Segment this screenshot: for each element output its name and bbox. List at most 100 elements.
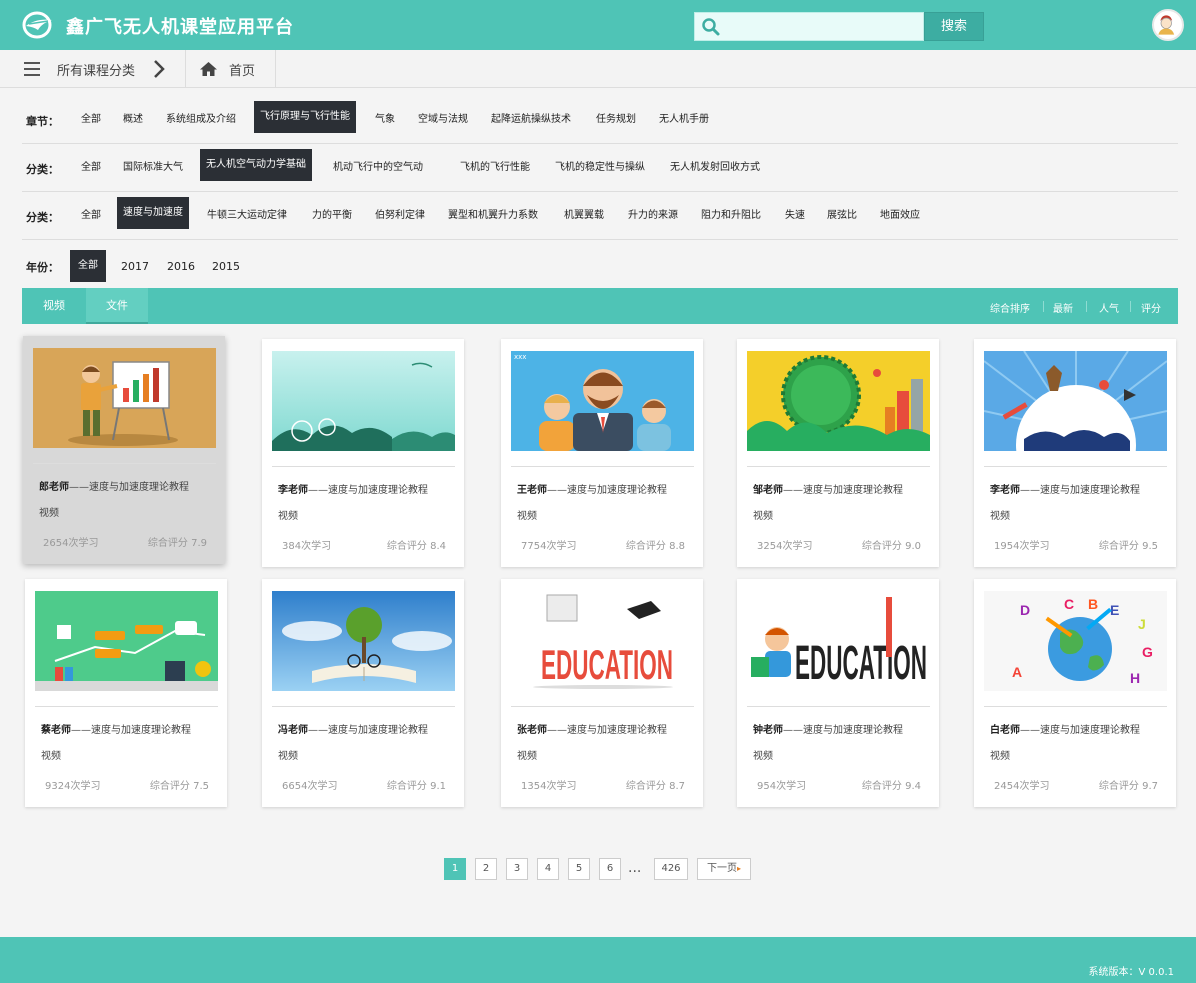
category-item[interactable]: 展弦比 xyxy=(827,206,857,225)
chapter-item-active[interactable]: 飞行原理与飞行性能 xyxy=(254,101,356,133)
course-title[interactable]: 冯老师——速度与加速度理论教程 xyxy=(278,721,428,736)
avatar[interactable] xyxy=(1152,9,1184,41)
education-word-illustration: EDUCATION xyxy=(751,597,927,690)
course-score: 综合评分 7.9 xyxy=(147,538,207,549)
course-title[interactable]: 邹老师——速度与加速度理论教程 xyxy=(753,481,903,496)
sort-popularity[interactable]: 人气 xyxy=(1099,300,1119,315)
letter: B xyxy=(1088,596,1098,612)
sort-newest[interactable]: 最新 xyxy=(1053,300,1073,315)
category-item[interactable]: 机翼翼载 xyxy=(564,206,604,225)
course-card[interactable]: 蔡老师——速度与加速度理论教程 视频 9324次学习 综合评分 7.5 xyxy=(25,579,227,807)
search-input[interactable] xyxy=(725,15,915,39)
page-button-active[interactable]: 1 xyxy=(444,858,466,880)
course-card[interactable]: 冯老师——速度与加速度理论教程 视频 6654次学习 综合评分 9.1 xyxy=(262,579,464,807)
teacher-presentation-illustration xyxy=(68,361,178,446)
course-title[interactable]: 钟老师——速度与加速度理论教程 xyxy=(753,721,903,736)
category-item[interactable]: 地面效应 xyxy=(880,206,920,225)
chapter-item[interactable]: 气象 xyxy=(375,110,395,129)
system-version: 系统版本：V 0.0.1 xyxy=(1088,967,1174,978)
category-item[interactable]: 升力的来源 xyxy=(628,206,678,225)
next-page-button[interactable]: 下一页▸ xyxy=(697,858,751,880)
course-score: 综合评分 9.0 xyxy=(861,541,921,552)
course-card[interactable]: 郎老师——速度与加速度理论教程 视频 2654次学习 综合评分 7.9 xyxy=(23,336,225,564)
page-button[interactable]: 4 xyxy=(537,858,559,880)
category-item[interactable]: 牛顿三大运动定律 xyxy=(207,206,287,225)
chapter-item[interactable]: 无人机手册 xyxy=(659,110,709,129)
course-thumbnail xyxy=(35,591,218,691)
footer: 系统版本：V 0.0.1 xyxy=(0,937,1196,983)
category-item[interactable]: 失速 xyxy=(785,206,805,225)
chapter-item[interactable]: 空域与法规 xyxy=(418,110,468,129)
category-item[interactable]: 阻力和升阻比 xyxy=(701,206,761,225)
tab-file[interactable]: 文件 xyxy=(86,288,148,324)
course-card[interactable]: EDUCATION 张老师——速度与加速度理论教程 视频 1354次学习 综合评… xyxy=(501,579,703,807)
breadcrumb-home[interactable]: 首页 xyxy=(229,60,255,79)
category-item-active[interactable]: 无人机空气动力学基础 xyxy=(200,149,312,181)
category-item[interactable]: 飞机的飞行性能 xyxy=(460,158,530,177)
course-thumbnail: D C B E J G H A xyxy=(984,591,1167,691)
tab-video[interactable]: 视频 xyxy=(22,288,86,324)
menu-icon[interactable] xyxy=(24,62,40,76)
course-name: ——速度与加速度理论教程 xyxy=(783,485,903,496)
category-item[interactable]: 全部 xyxy=(81,206,101,225)
teacher-name: 李老师 xyxy=(278,485,308,496)
course-title[interactable]: 白老师——速度与加速度理论教程 xyxy=(990,721,1140,736)
study-count: 7754次学习 xyxy=(521,541,577,552)
course-title[interactable]: 李老师——速度与加速度理论教程 xyxy=(990,481,1140,496)
course-thumbnail: EDUCATION xyxy=(511,591,694,691)
course-name: ——速度与加速度理论教程 xyxy=(1020,725,1140,736)
year-item[interactable]: 2016 xyxy=(167,257,195,276)
study-count: 6654次学习 xyxy=(282,781,338,792)
year-item[interactable]: 2017 xyxy=(121,257,149,276)
course-card[interactable]: D C B E J G H A 白老师——速度与加速度理论教程 视频 2454次… xyxy=(974,579,1176,807)
category-item-active[interactable]: 速度与加速度 xyxy=(117,197,189,229)
page-button-last[interactable]: 426 xyxy=(654,858,688,880)
tab-bar: 视频 文件 综合排序 最新 人气 评分 xyxy=(22,288,1178,324)
course-card[interactable]: 邹老师——速度与加速度理论教程 视频 3254次学习 综合评分 9.0 xyxy=(737,339,939,567)
chapter-item[interactable]: 全部 xyxy=(81,110,101,129)
course-title[interactable]: 蔡老师——速度与加速度理论教程 xyxy=(41,721,191,736)
year-item[interactable]: 2015 xyxy=(212,257,240,276)
study-count: 9324次学习 xyxy=(45,781,101,792)
study-count: 3254次学习 xyxy=(757,541,813,552)
sort-composite[interactable]: 综合排序 xyxy=(990,300,1030,315)
chapter-item[interactable]: 起降运航操纵技术 xyxy=(491,110,571,129)
learning-growth-illustration xyxy=(35,621,218,691)
chapter-item[interactable]: 任务规划 xyxy=(596,110,636,129)
card-divider xyxy=(33,463,216,464)
search-box xyxy=(694,12,924,41)
category-item[interactable]: 机动飞行中的空气动 xyxy=(333,158,423,177)
category-item[interactable]: 全部 xyxy=(81,158,101,177)
course-name: ——速度与加速度理论教程 xyxy=(69,482,189,493)
category-item[interactable]: 力的平衡 xyxy=(312,206,352,225)
course-card[interactable]: 李老师——速度与加速度理论教程 视频 1954次学习 综合评分 9.5 xyxy=(974,339,1176,567)
page-button[interactable]: 3 xyxy=(506,858,528,880)
course-thumbnail: EDUCATION xyxy=(747,591,930,691)
course-card[interactable]: xxx 王老师——速度与加速度理论教程 视频 7754次学习 综合评分 8.8 xyxy=(501,339,703,567)
course-card[interactable]: EDUCATION 钟老师——速度与加速度理论教程 视频 954次学习 综合评分… xyxy=(737,579,939,807)
chapter-item[interactable]: 系统组成及介绍 xyxy=(166,110,236,129)
year-item-active[interactable]: 全部 xyxy=(70,250,106,282)
sort-rating[interactable]: 评分 xyxy=(1141,300,1161,315)
breadcrumb-divider xyxy=(275,50,276,88)
course-card[interactable]: 李老师——速度与加速度理论教程 视频 384次学习 综合评分 8.4 xyxy=(262,339,464,567)
course-title[interactable]: 王老师——速度与加速度理论教程 xyxy=(517,481,667,496)
course-title[interactable]: 李老师——速度与加速度理论教程 xyxy=(278,481,428,496)
course-title[interactable]: 郎老师——速度与加速度理论教程 xyxy=(39,478,189,493)
category-item[interactable]: 翼型和机翼升力系数 xyxy=(448,206,538,225)
breadcrumb-all-categories[interactable]: 所有课程分类 xyxy=(57,60,135,79)
letter: J xyxy=(1138,616,1146,632)
category-item[interactable]: 飞机的稳定性与操纵 xyxy=(555,158,645,177)
category-item[interactable]: 伯努利定律 xyxy=(375,206,425,225)
page-button[interactable]: 2 xyxy=(475,858,497,880)
logo-icon[interactable] xyxy=(22,10,54,40)
page-button[interactable]: 5 xyxy=(568,858,590,880)
search-button[interactable]: 搜索 xyxy=(924,12,984,41)
category-item[interactable]: 国际标准大气 xyxy=(123,158,183,177)
home-icon[interactable] xyxy=(200,61,217,77)
category-item[interactable]: 无人机发射回收方式 xyxy=(670,158,760,177)
course-title[interactable]: 张老师——速度与加速度理论教程 xyxy=(517,721,667,736)
chapter-item[interactable]: 概述 xyxy=(123,110,143,129)
filter-chapter: 章节： 全部 概述 系统组成及介绍 飞行原理与飞行性能 气象 空域与法规 起降运… xyxy=(22,96,1178,144)
page-button[interactable]: 6 xyxy=(599,858,621,880)
